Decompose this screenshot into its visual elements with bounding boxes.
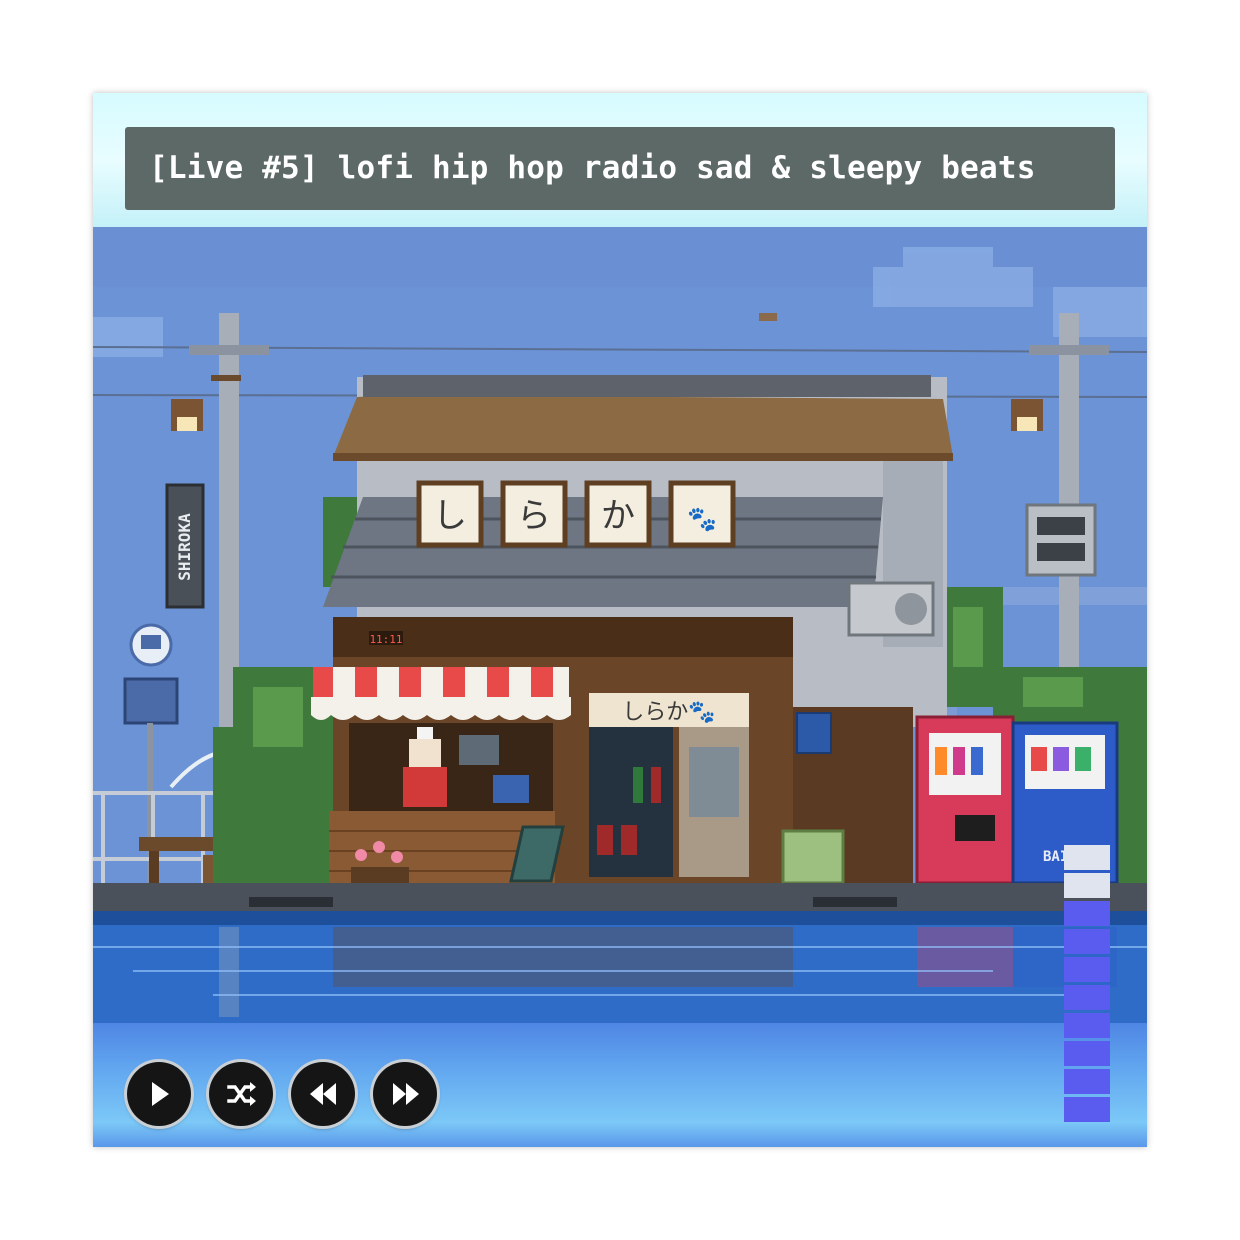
pixel-art-scene: SHIROKA し ら か 🐾 11:11 しらか🐾 BAI bbox=[93, 227, 1147, 1027]
play-button[interactable] bbox=[127, 1062, 191, 1126]
track-title: [Live #5] lofi hip hop radio sad & sleep… bbox=[125, 127, 1115, 210]
rewind-icon bbox=[310, 1083, 336, 1105]
volume-segment[interactable] bbox=[1064, 1013, 1110, 1038]
shop-clock: 11:11 bbox=[369, 633, 402, 646]
volume-segment[interactable] bbox=[1064, 845, 1110, 870]
volume-segment[interactable] bbox=[1064, 873, 1110, 898]
volume-segment[interactable] bbox=[1064, 1097, 1110, 1122]
volume-segment[interactable] bbox=[1064, 1069, 1110, 1094]
player-window: [Live #5] lofi hip hop radio sad & sleep… bbox=[93, 93, 1147, 1147]
shop-sign-char: 🐾 bbox=[687, 505, 717, 533]
shop-sign-char: し bbox=[433, 496, 467, 536]
fast-forward-icon bbox=[393, 1083, 419, 1105]
volume-segment[interactable] bbox=[1064, 957, 1110, 982]
shop-sign-char: ら bbox=[517, 496, 551, 536]
next-button[interactable] bbox=[373, 1062, 437, 1126]
volume-segment[interactable] bbox=[1064, 1041, 1110, 1066]
station-sign: SHIROKA bbox=[175, 513, 194, 581]
previous-button[interactable] bbox=[291, 1062, 355, 1126]
volume-segment[interactable] bbox=[1064, 985, 1110, 1010]
shuffle-button[interactable] bbox=[209, 1062, 273, 1126]
volume-segment[interactable] bbox=[1064, 901, 1110, 926]
volume-meter[interactable] bbox=[1064, 845, 1110, 1125]
noren-text: しらか🐾 bbox=[622, 700, 715, 725]
volume-segment[interactable] bbox=[1064, 929, 1110, 954]
play-icon bbox=[152, 1082, 169, 1106]
header: [Live #5] lofi hip hop radio sad & sleep… bbox=[93, 93, 1147, 227]
shuffle-icon bbox=[227, 1082, 256, 1106]
shop-sign-char: か bbox=[601, 496, 635, 536]
